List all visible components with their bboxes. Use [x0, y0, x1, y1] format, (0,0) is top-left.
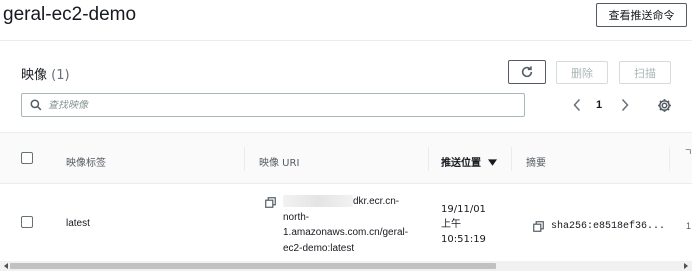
gear-icon [657, 98, 671, 112]
select-all-checkbox[interactable] [21, 152, 33, 164]
delete-button[interactable]: 删除 [556, 61, 608, 84]
pushed-time: 10:51:19 [441, 234, 486, 245]
truncated-column-char: 1 [686, 221, 692, 231]
uri-line: 1.amazonaws.com.cn/geral- [283, 227, 409, 238]
images-title: 映像 [21, 68, 48, 83]
digest-cell: sha256:e8518ef36... [551, 221, 666, 232]
copy-uri-icon[interactable] [265, 197, 276, 208]
sort-descending-icon [488, 159, 498, 166]
chevron-right-icon [621, 98, 629, 112]
table-header: 映像标签 映像 URI 推送位置 摘要 ㄱ [0, 132, 692, 184]
images-table: 映像标签 映像 URI 推送位置 摘要 ㄱ latest dkr.ecr.cn-… [0, 132, 692, 260]
pushed-at-cell: 19/11/01 上午 10:51:19 [441, 202, 486, 247]
search-input[interactable] [48, 99, 508, 111]
column-header-image-tag[interactable]: 映像标签 [66, 154, 106, 169]
column-header-pushed-at-label: 推送位置 [441, 158, 481, 169]
pushed-ampm: 上午 [441, 219, 461, 230]
redacted-account-id [283, 195, 353, 208]
pagination-prev[interactable] [569, 95, 585, 115]
copy-digest-icon[interactable] [533, 221, 544, 232]
scan-button[interactable]: 扫描 [619, 61, 671, 84]
search-box[interactable] [21, 93, 525, 117]
uri-line: ec2-demo:latest [283, 242, 355, 254]
row-checkbox[interactable] [21, 216, 33, 228]
refresh-button[interactable] [508, 60, 546, 84]
scroll-left-icon[interactable] [2, 262, 10, 270]
pushed-date: 19/11/01 [441, 204, 486, 215]
image-tag-cell: latest [66, 218, 90, 229]
uri-line: dkr.ecr.cn- [353, 196, 400, 207]
column-divider [669, 147, 670, 171]
table-row: latest dkr.ecr.cn- north- 1.amazonaws.co… [0, 184, 692, 260]
uri-line: north- [283, 211, 310, 223]
table-settings-button[interactable] [655, 96, 673, 114]
images-count: (1) [51, 68, 70, 83]
image-uri-cell: dkr.ecr.cn- north- 1.amazonaws.com.cn/ge… [283, 194, 433, 256]
column-header-digest[interactable]: 摘要 [526, 154, 546, 169]
column-divider [244, 147, 245, 171]
repo-title: geral-ec2-demo [3, 4, 137, 25]
column-header-pushed-at[interactable]: 推送位置 [441, 154, 498, 169]
pagination-next[interactable] [617, 95, 633, 115]
truncated-column-char: ㄱ [684, 147, 692, 157]
view-push-commands-button[interactable]: 查看推送命令 [596, 3, 687, 27]
scroll-right-icon[interactable] [682, 262, 690, 270]
column-divider [511, 147, 512, 171]
chevron-left-icon [573, 98, 581, 112]
refresh-icon [521, 66, 533, 78]
search-icon [30, 99, 42, 111]
images-heading: 映像 (1) [21, 64, 70, 83]
column-divider [428, 147, 429, 171]
horizontal-scrollbar[interactable] [0, 261, 692, 271]
scrollbar-thumb[interactable] [10, 263, 496, 269]
pagination-current-page[interactable]: 1 [596, 99, 602, 111]
column-header-image-uri[interactable]: 映像 URI [259, 154, 299, 169]
